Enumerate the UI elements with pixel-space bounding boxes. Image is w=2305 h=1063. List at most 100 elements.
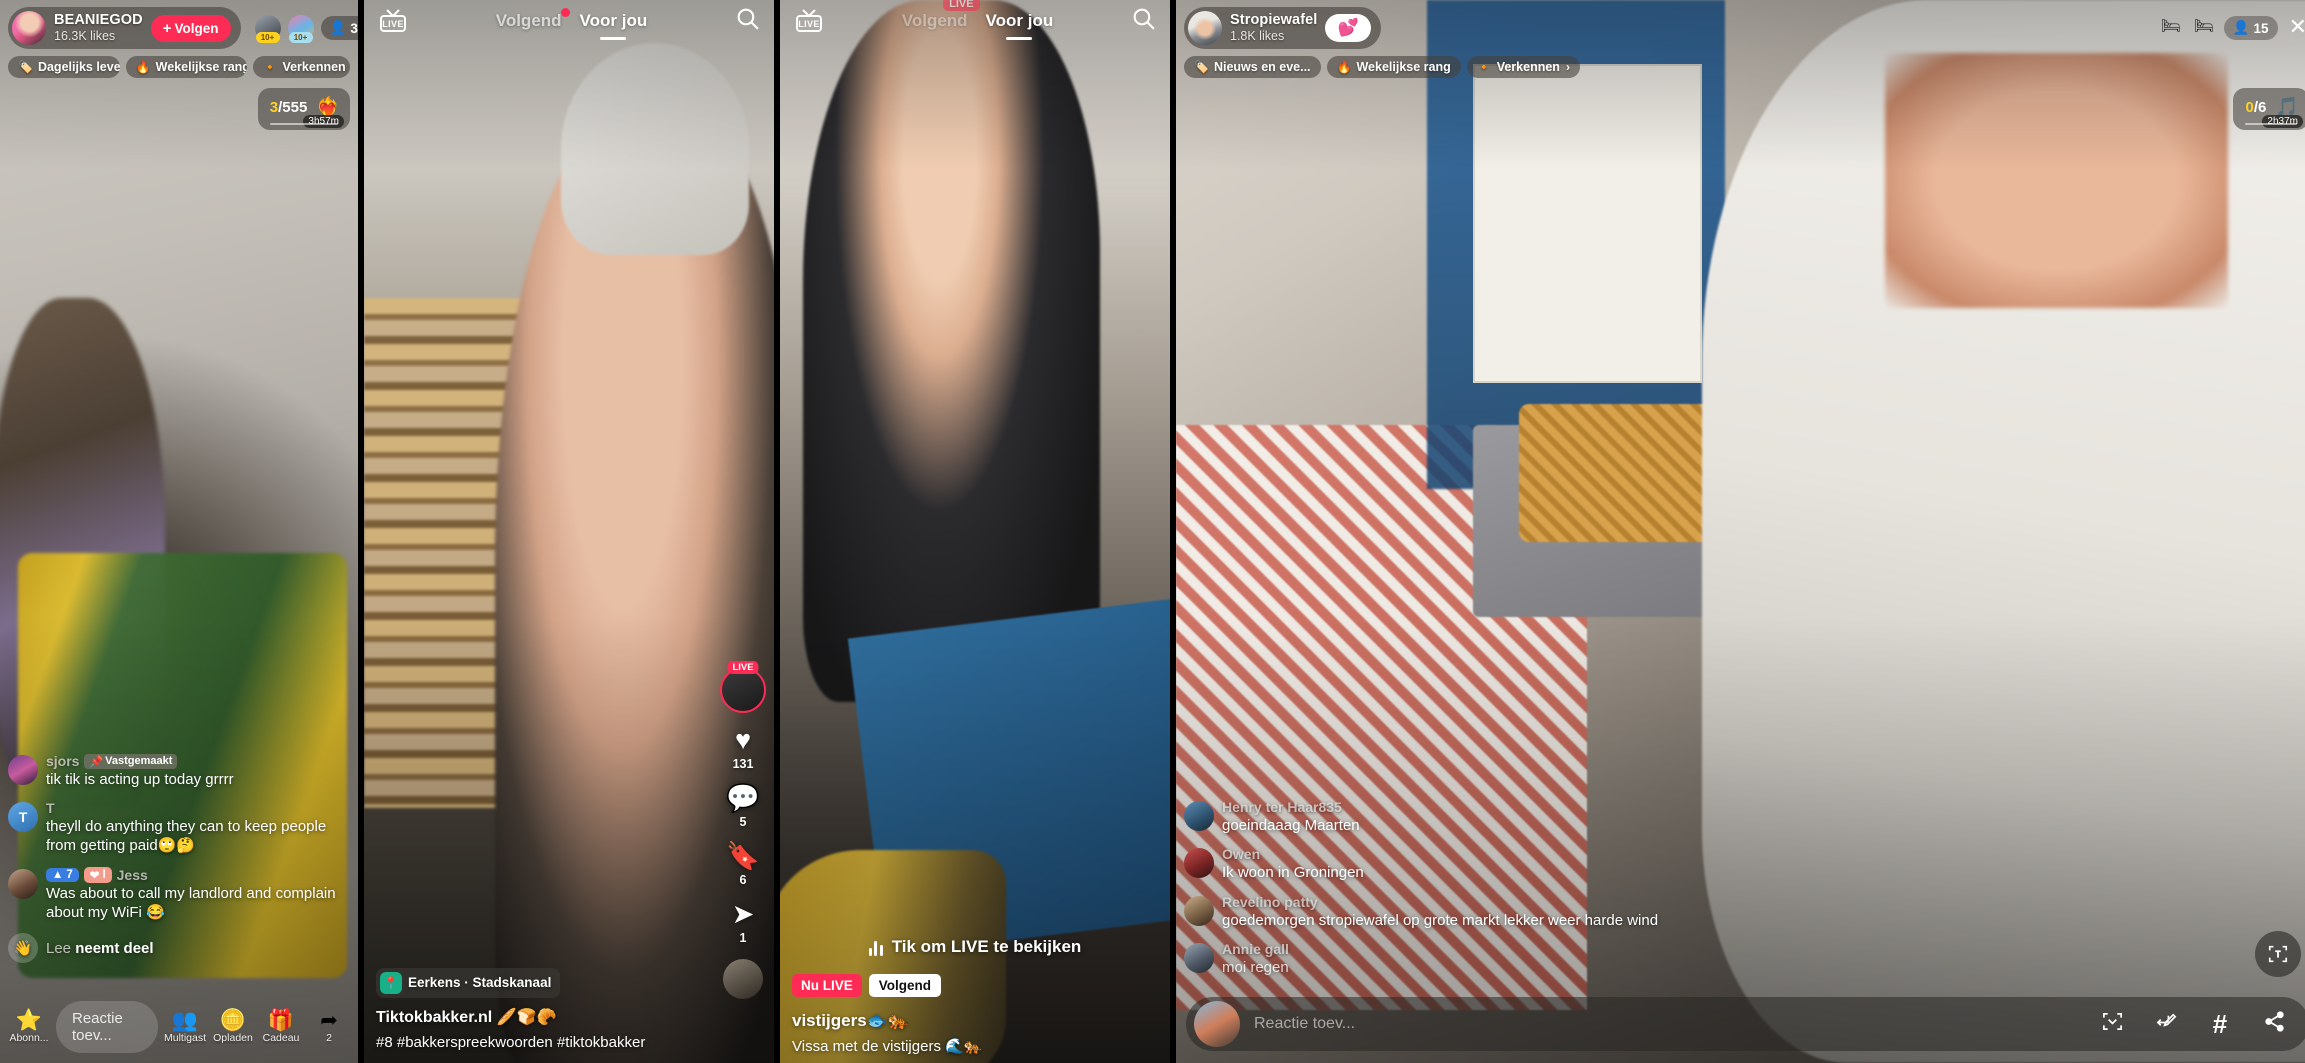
share-count: 1: [739, 931, 747, 945]
add-heart-icon[interactable]: 💕: [1325, 14, 1372, 42]
chat-author: T: [46, 800, 55, 817]
caption-author[interactable]: Tiktokbakker.nl 🥖🍞🥐: [376, 1007, 671, 1027]
chip-nu-live[interactable]: Nu LIVE: [792, 974, 862, 997]
hashtag-button[interactable]: #: [2193, 1009, 2247, 1040]
avatar[interactable]: [1184, 942, 1214, 973]
gift-goal-box[interactable]: 0/6 🎵 2h37m: [2233, 88, 2305, 130]
location-tag[interactable]: 📍 Eerkens · Stadskanaal: [376, 967, 561, 998]
live-tap-hint[interactable]: Tik om LIVE te bekijken: [780, 937, 1170, 957]
subscribe-button[interactable]: ⭐ Abonn...: [8, 1010, 50, 1044]
caption-description[interactable]: Vissa met de vistijgers 🌊🐅: [792, 1037, 1073, 1057]
chat-message-header: sjors 📌 Vastgemaakt: [46, 753, 234, 769]
person-icon: 👤: [2232, 20, 2250, 35]
chat-message-header: T: [46, 800, 350, 816]
panel-feed-live-preview[interactable]: LIVE Volgend LIVE Voor jou Tik om LIVE t…: [780, 0, 1170, 1063]
panel-divider: [360, 0, 362, 1063]
follow-button[interactable]: + Volgen: [150, 14, 231, 42]
chip-verkennen[interactable]: 🔸 Verkennen ›: [252, 56, 350, 78]
caption-hashtags[interactable]: #8 #bakkerspreekwoorden #tiktokbakker: [376, 1033, 671, 1053]
search-icon[interactable]: [735, 6, 760, 36]
comment-input[interactable]: Reactie toev...: [56, 1001, 158, 1053]
avatar[interactable]: [1184, 801, 1214, 832]
live-badge: LIVE: [727, 661, 759, 674]
live-header: BEANIEGOD 16.3K likes + Volgen 10+ 10+ 👤…: [8, 7, 358, 78]
chip-volgend[interactable]: Volgend: [868, 974, 942, 997]
comment-input[interactable]: Reactie toev...: [1240, 1015, 2085, 1033]
goal-progress-bar: [2245, 123, 2297, 125]
live-header-row: Stropiewafel 1.8K likes 💕 🛏 🛏 👤 15 ✕: [1184, 7, 2305, 49]
search-icon[interactable]: [1131, 6, 1156, 36]
seat-gold-icon[interactable]: 🛏: [2158, 16, 2184, 40]
edit-sticker-button[interactable]: [2139, 1010, 2193, 1039]
gift-button[interactable]: 🎁 Cadeau: [260, 1010, 302, 1044]
viewer-count[interactable]: 👤 15: [2223, 16, 2278, 40]
avatar[interactable]: [8, 868, 38, 899]
bookmark-button[interactable]: 🔖 6: [726, 843, 760, 888]
avatar[interactable]: [1184, 848, 1214, 879]
live-tv-icon[interactable]: LIVE: [378, 8, 408, 34]
chat-message[interactable]: Henry ter Haar835 goeindaaag Maarten: [1184, 799, 1804, 835]
tab-volgend[interactable]: Volgend: [496, 8, 570, 31]
host-pill[interactable]: Stropiewafel 1.8K likes 💕: [1184, 7, 1382, 49]
panel-live-room-beaniegod[interactable]: BEANIEGOD 16.3K likes + Volgen 10+ 10+ 👤…: [0, 0, 358, 1063]
music-disc-icon[interactable]: [723, 959, 763, 999]
goal-current: 3: [269, 98, 279, 116]
live-hint-text: Tik om LIVE te bekijken: [891, 937, 1082, 956]
like-button[interactable]: ♥ 131: [733, 727, 754, 772]
chat-message-body: Annie gall moi regen: [1222, 941, 1289, 977]
chat-message-body: Henry ter Haar835 goeindaaag Maarten: [1222, 799, 1360, 835]
tab-voor-jou[interactable]: Voor jou: [986, 11, 1054, 31]
live-label: LIVE: [382, 19, 404, 29]
chat-message-body: ▲ 7 ❤ l Jess Was about to call my landlo…: [46, 866, 350, 922]
comment-button[interactable]: 💬 5: [726, 785, 760, 830]
chat-message[interactable]: Owen Ik woon in Groningen: [1184, 846, 1804, 882]
chip-nieuws-en-evenementen[interactable]: 🏷️ Nieuws en eve...: [1184, 56, 1321, 78]
avatar[interactable]: T: [8, 802, 38, 833]
viewer-count[interactable]: 👤 356: [320, 16, 358, 40]
seat-silver-icon[interactable]: 🛏: [2191, 16, 2217, 40]
avatar[interactable]: [1188, 11, 1222, 45]
chip-verkennen[interactable]: 🔸 Verkennen ›: [1466, 56, 1580, 78]
avatar[interactable]: [12, 11, 46, 45]
close-icon[interactable]: ✕: [2285, 16, 2305, 40]
live-tv-icon[interactable]: LIVE: [794, 8, 824, 34]
avatar[interactable]: [1194, 1001, 1240, 1047]
panel-feed-bakker[interactable]: LIVE Volgend Voor jou LIVE ♥ 131 💬 5 🔖 6…: [364, 0, 774, 1063]
guest-avatar-2[interactable]: 10+: [287, 15, 314, 43]
guest-avatar-1[interactable]: 10+: [254, 15, 281, 43]
chat-message[interactable]: T T theyll do anything they can to keep …: [8, 800, 350, 855]
chat-message-header: Owen: [1222, 846, 1364, 862]
share-button[interactable]: ➤ 1: [732, 901, 755, 946]
chat-message[interactable]: Annie gall moi regen: [1184, 941, 1804, 977]
recharge-button[interactable]: 🪙 Opladen: [212, 1010, 254, 1044]
chat-author: Jess: [116, 866, 148, 883]
chip-wekelijkse-rangli[interactable]: 🔥 Wekelijkse rangli: [125, 56, 247, 78]
chip-wekelijkse-rang[interactable]: 🔥 Wekelijkse rang: [1326, 56, 1461, 78]
avatar[interactable]: [1184, 895, 1214, 926]
panel-live-room-stropiewafel[interactable]: Stropiewafel 1.8K likes 💕 🛏 🛏 👤 15 ✕ 🏷️: [1176, 0, 2305, 1063]
tab-volgend[interactable]: Volgend LIVE: [902, 0, 980, 31]
join-action: neemt deel: [75, 939, 154, 957]
share-button[interactable]: ➦ 2: [308, 1010, 350, 1044]
chip-dagelijks-leven[interactable]: 🏷️ Dagelijks leven: [8, 56, 120, 78]
live-chat-list[interactable]: sjors 📌 Vastgemaakt tik tik is acting up…: [8, 753, 350, 963]
live-chat-list[interactable]: Henry ter Haar835 goeindaaag Maarten Owe…: [1184, 799, 1804, 977]
tab-voor-jou[interactable]: Voor jou: [580, 11, 648, 31]
host-pill[interactable]: BEANIEGOD 16.3K likes + Volgen: [8, 7, 241, 49]
chat-message[interactable]: Revelino patty goedemorgen stropiewafel …: [1184, 894, 1804, 930]
avatar[interactable]: [8, 755, 38, 786]
host-username: BEANIEGOD: [54, 11, 143, 28]
text-scan-button[interactable]: [2255, 931, 2301, 977]
chat-message[interactable]: ▲ 7 ❤ l Jess Was about to call my landlo…: [8, 866, 350, 922]
multiguest-button[interactable]: 👥 Multigast: [164, 1010, 206, 1044]
chat-message[interactable]: sjors 📌 Vastgemaakt tik tik is acting up…: [8, 753, 350, 789]
live-header: Stropiewafel 1.8K likes 💕 🛏 🛏 👤 15 ✕ 🏷️: [1184, 7, 2305, 78]
creator-avatar[interactable]: LIVE: [720, 661, 766, 713]
scan-down-button[interactable]: [2085, 1010, 2139, 1039]
multiguest-icon: 👥: [171, 1009, 199, 1032]
share-node-button[interactable]: [2247, 1010, 2301, 1039]
goal-progress: 3/555: [270, 99, 308, 116]
caption-author[interactable]: vistijgers🐟🐅: [792, 1011, 1073, 1031]
explore-icon: 🔸: [262, 60, 278, 74]
gift-goal-box[interactable]: 3/555 ❤️‍🔥 3h57m: [257, 88, 350, 130]
